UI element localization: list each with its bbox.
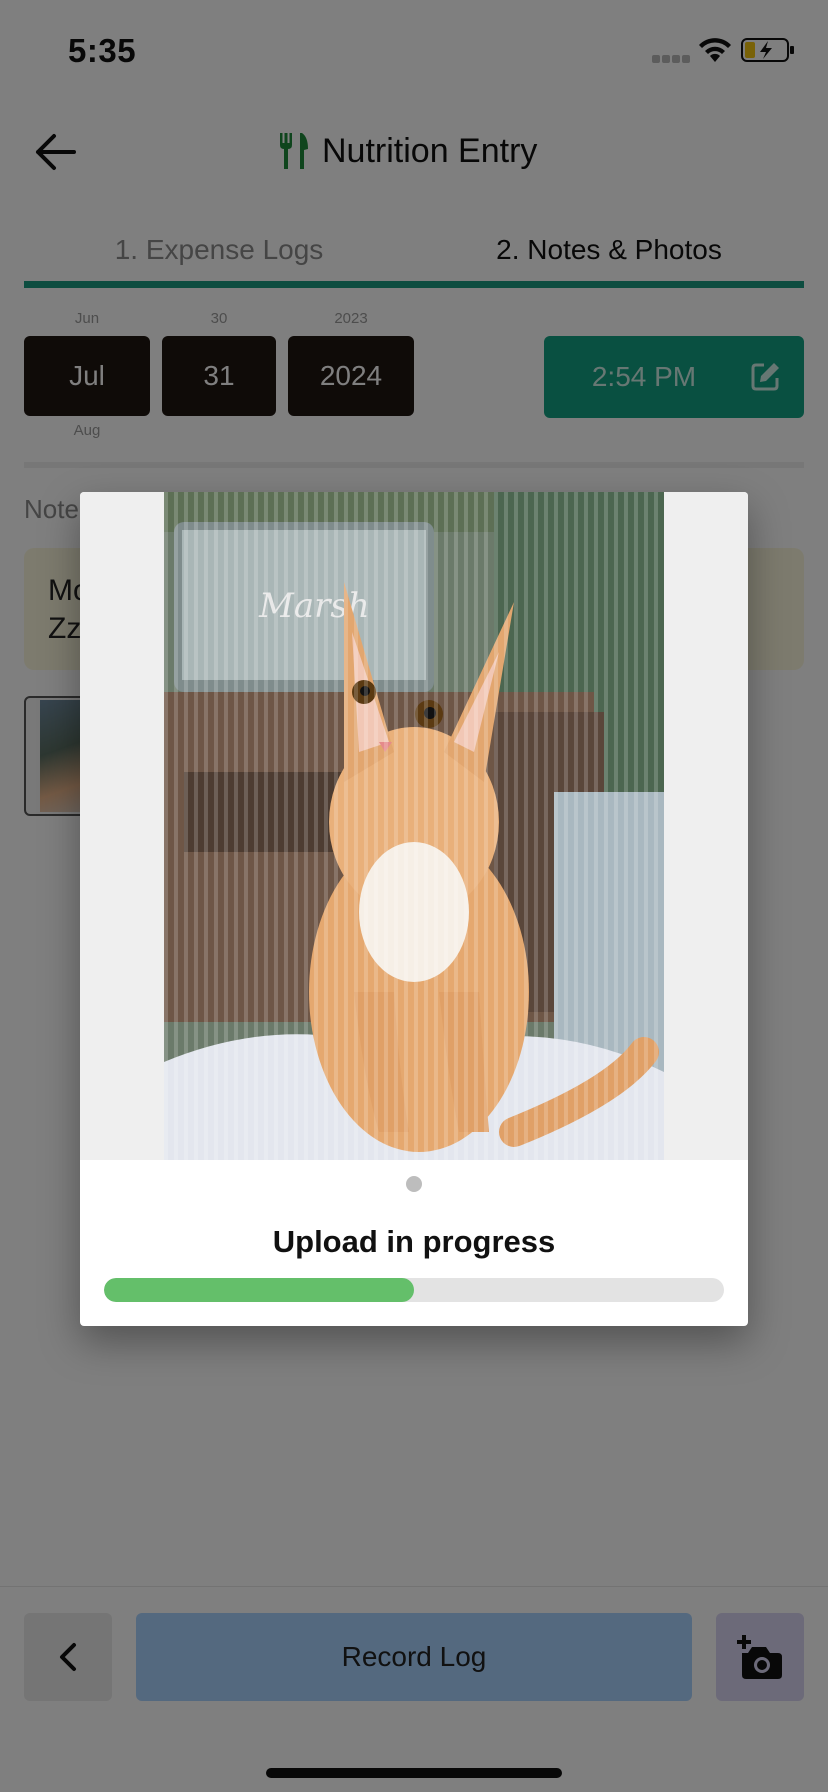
uploading-photo-cat: Marsh <box>164 492 664 1160</box>
upload-progress-bar <box>104 1278 724 1302</box>
pager-dot <box>406 1176 422 1192</box>
photo-viewer[interactable]: Marsh <box>80 492 748 1160</box>
upload-status-text: Upload in progress <box>272 1224 556 1259</box>
upload-progress-fill <box>104 1278 414 1302</box>
upload-modal: Marsh Upload in progress <box>80 492 748 1326</box>
